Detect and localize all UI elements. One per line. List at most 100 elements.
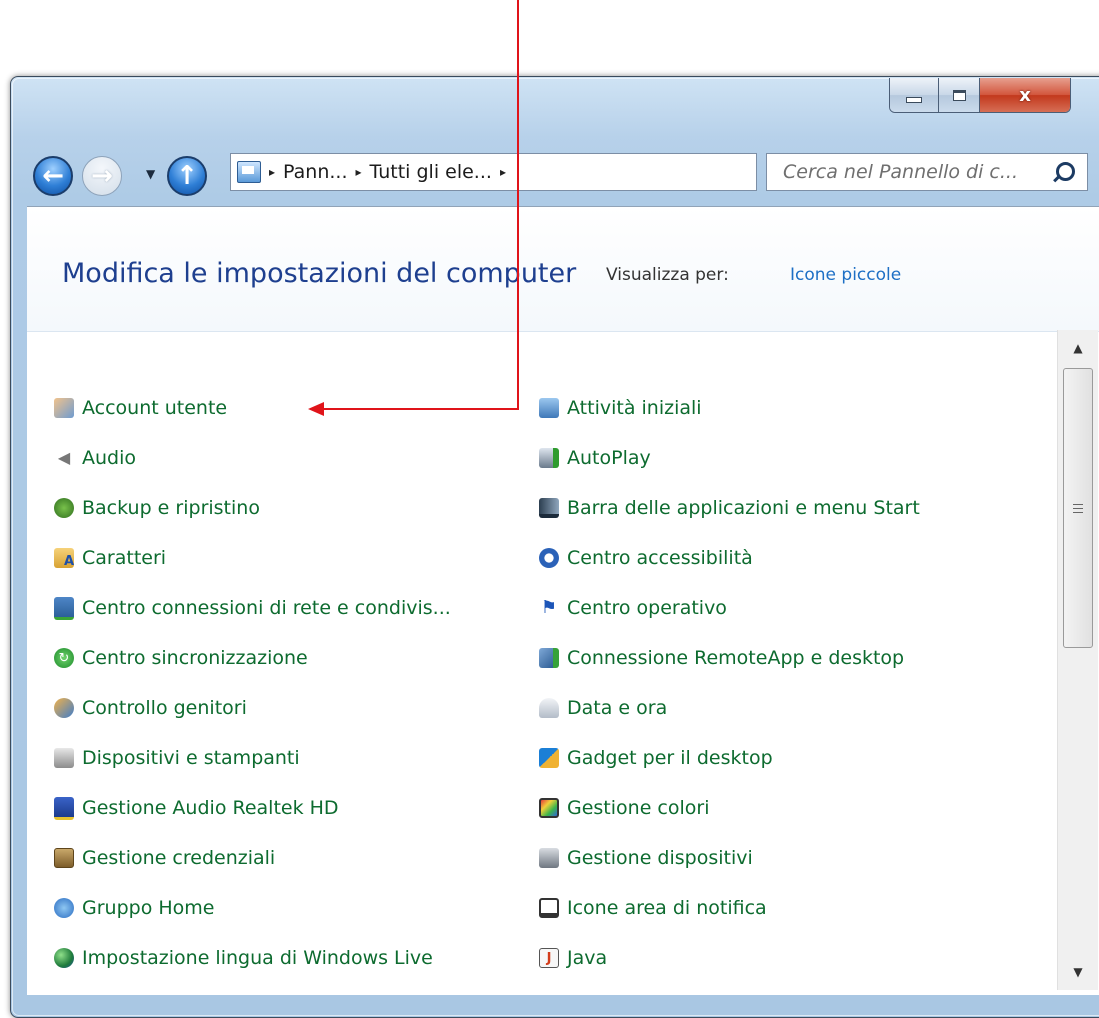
- color-monitor-icon: [539, 798, 559, 818]
- back-arrow-icon: ←: [42, 161, 64, 191]
- breadcrumb-all-items[interactable]: Tutti gli ele...: [370, 161, 492, 183]
- gadget-icon: [539, 748, 559, 768]
- credential-vault-icon: [54, 848, 74, 868]
- item-java[interactable]: J Java: [539, 944, 607, 972]
- item-audio[interactable]: ◀ Audio: [54, 444, 136, 472]
- item-data-ora[interactable]: Data e ora: [539, 694, 667, 722]
- breadcrumb-separator[interactable]: ▸: [500, 165, 506, 179]
- forward-button[interactable]: →: [82, 156, 122, 196]
- maximize-button[interactable]: [939, 78, 980, 112]
- item-centro-sincronizzazione[interactable]: ↻ Centro sincronizzazione: [54, 644, 308, 672]
- item-icone-area-notifica[interactable]: Icone area di notifica: [539, 894, 767, 922]
- view-by-label: Visualizza per:: [606, 265, 729, 285]
- recent-pages-dropdown[interactable]: ▼: [146, 167, 155, 181]
- content-pane: Modifica le impostazioni del computer Vi…: [27, 206, 1099, 995]
- up-button[interactable]: ↑: [167, 156, 207, 196]
- item-label: Gestione credenziali: [82, 847, 276, 869]
- item-label: Data e ora: [567, 697, 668, 719]
- item-label: Centro connessioni di rete e condivis...: [82, 597, 451, 619]
- item-backup-ripristino[interactable]: Backup e ripristino: [54, 494, 260, 522]
- item-gruppo-home[interactable]: Gruppo Home: [54, 894, 214, 922]
- item-gadget-desktop[interactable]: Gadget per il desktop: [539, 744, 773, 772]
- item-label: Audio: [82, 447, 137, 469]
- item-gestione-dispositivi[interactable]: Gestione dispositivi: [539, 844, 753, 872]
- back-button[interactable]: ←: [33, 156, 73, 196]
- header-band: Modifica le impostazioni del computer Vi…: [27, 207, 1099, 332]
- flag-icon: ⚑: [540, 597, 558, 618]
- item-controllo-genitori[interactable]: Controllo genitori: [54, 694, 247, 722]
- clock-icon: [539, 698, 559, 718]
- scroll-thumb[interactable]: [1063, 368, 1093, 648]
- item-caratteri[interactable]: A Caratteri: [54, 544, 166, 572]
- notification-area-icon: [539, 898, 559, 918]
- item-gestione-colori[interactable]: Gestione colori: [539, 794, 710, 822]
- search-input[interactable]: [781, 160, 1055, 184]
- device-manager-icon: [539, 848, 559, 868]
- remote-desktop-icon: [539, 648, 559, 668]
- item-autoplay[interactable]: AutoPlay: [539, 444, 651, 472]
- scroll-down-button[interactable]: ▼: [1058, 954, 1098, 990]
- forward-arrow-icon: →: [91, 161, 113, 191]
- item-barra-applicazioni[interactable]: Barra delle applicazioni e menu Start: [539, 494, 920, 522]
- minimize-button[interactable]: [890, 78, 939, 112]
- caption-buttons: x: [889, 78, 1071, 113]
- item-label: Icone area di notifica: [567, 897, 767, 919]
- item-label: Barra delle applicazioni e menu Start: [567, 497, 920, 519]
- users-icon: [54, 398, 74, 418]
- item-label: Gestione Audio Realtek HD: [82, 797, 339, 819]
- item-label: AutoPlay: [567, 447, 651, 469]
- item-label: Gestione colori: [567, 797, 710, 819]
- java-icon: J: [539, 948, 559, 968]
- item-centro-accessibilita[interactable]: Centro accessibilità: [539, 544, 753, 572]
- scroll-up-button[interactable]: ▲: [1058, 330, 1098, 366]
- maximize-icon: [952, 89, 966, 101]
- parental-control-icon: [54, 698, 74, 718]
- getting-started-icon: [539, 398, 559, 418]
- breadcrumb-separator[interactable]: ▸: [269, 165, 275, 179]
- autoplay-icon: [539, 448, 559, 468]
- realtek-audio-icon: [54, 796, 74, 820]
- speaker-icon: ◀: [57, 448, 71, 467]
- close-button[interactable]: x: [980, 78, 1070, 112]
- item-label: Impostazione lingua di Windows Live: [82, 947, 433, 969]
- item-account-utente[interactable]: Account utente: [54, 394, 227, 422]
- minimize-icon: [906, 97, 922, 103]
- item-label: Account utente: [82, 397, 228, 419]
- search-icon[interactable]: [1056, 162, 1075, 181]
- item-centro-connessioni[interactable]: Centro connessioni di rete e condivis...: [54, 594, 451, 622]
- item-label: Centro sincronizzazione: [82, 647, 308, 669]
- item-label: Centro accessibilità: [567, 547, 753, 569]
- control-panel-icon: [237, 161, 261, 183]
- printer-icon: [54, 748, 74, 768]
- item-attivita-iniziali[interactable]: Attività iniziali: [539, 394, 702, 422]
- backup-icon: [54, 498, 74, 518]
- view-by-dropdown[interactable]: Icone piccole: [790, 265, 901, 285]
- item-gestione-credenziali[interactable]: Gestione credenziali: [54, 844, 275, 872]
- item-label: Centro operativo: [567, 597, 727, 619]
- close-icon: x: [1019, 84, 1031, 106]
- item-dispositivi-stampanti[interactable]: Dispositivi e stampanti: [54, 744, 300, 772]
- accessibility-icon: [539, 548, 559, 568]
- search-box[interactable]: [766, 153, 1088, 191]
- page-title: Modifica le impostazioni del computer: [62, 258, 577, 289]
- annotation-arrowhead-icon: [308, 402, 324, 416]
- item-realtek-audio[interactable]: Gestione Audio Realtek HD: [54, 794, 339, 822]
- item-lingua-windows-live[interactable]: Impostazione lingua di Windows Live: [54, 944, 433, 972]
- homegroup-icon: [54, 898, 74, 918]
- globe-icon: [54, 948, 74, 968]
- item-label: Gruppo Home: [82, 897, 215, 919]
- breadcrumb-separator[interactable]: ▸: [355, 165, 361, 179]
- breadcrumb-control-panel[interactable]: Pann...: [283, 161, 347, 183]
- address-bar[interactable]: ▸ Pann... ▸ Tutti gli ele... ▸ ▼ ↻: [230, 153, 960, 191]
- item-centro-operativo[interactable]: ⚑ Centro operativo: [539, 594, 727, 622]
- item-label: Attività iniziali: [567, 397, 702, 419]
- taskbar-icon: [539, 498, 559, 518]
- item-label: Backup e ripristino: [82, 497, 260, 519]
- fonts-folder-icon: A: [54, 548, 74, 568]
- sync-icon: ↻: [54, 648, 74, 668]
- up-arrow-icon: ↑: [176, 161, 198, 191]
- item-label: Gadget per il desktop: [567, 747, 773, 769]
- vertical-scrollbar[interactable]: ▲ ▼: [1057, 330, 1098, 990]
- item-remoteapp[interactable]: Connessione RemoteApp e desktop: [539, 644, 904, 672]
- item-label: Controllo genitori: [82, 697, 247, 719]
